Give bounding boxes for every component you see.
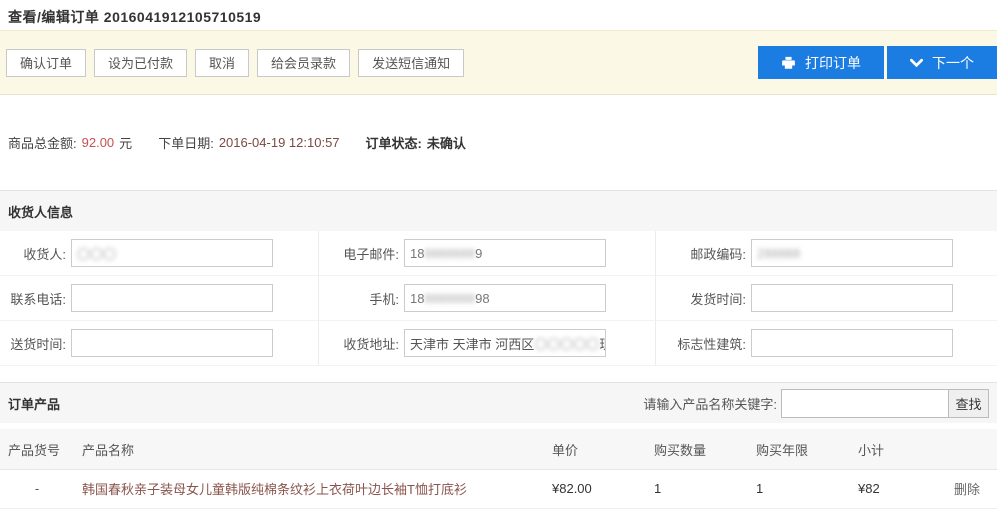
order-edit-page: 查看/编辑订单 2016041912105710519 确认订单 设为已付款 取… [0,0,997,509]
product-sku: - [0,481,74,496]
phone-label: 联系电话: [8,289,66,308]
send-sms-button[interactable]: 发送短信通知 [358,49,464,77]
consignee-section-header: 收货人信息 [0,190,997,231]
redacted-text: 2 [757,246,764,261]
toolbar-left-buttons: 确认订单 设为已付款 取消 给会员录款 发送短信通知 [6,49,464,77]
print-order-button[interactable]: 打印订单 [758,46,884,79]
redacted-text: 〇〇〇 [77,244,116,263]
cancel-button[interactable]: 取消 [195,49,249,77]
products-section-header: 订单产品 请输入产品名称关键字: 查找 [0,382,997,423]
consignee-section-title: 收货人信息 [8,202,73,221]
redacted-text: 8888888 [424,291,475,306]
product-qty: 1 [646,481,748,496]
consignee-name-input[interactable]: 〇〇〇 [71,239,273,267]
delivery-time-label: 送货时间: [8,334,66,353]
phone-input[interactable] [71,284,273,312]
toolbar: 确认订单 设为已付款 取消 给会员录款 发送短信通知 打印订单 下一个 [0,30,997,95]
email-label: 电子邮件: [327,244,399,263]
redacted-text: 8888888 [424,246,475,261]
address-visible-suffix: 现 [599,334,606,353]
order-status: 订单状态: 未确认 [366,133,466,152]
product-search-label: 请输入产品名称关键字: [643,394,777,413]
email-visible-prefix: 18 [410,246,424,261]
zip-input[interactable]: 288888 [751,239,953,267]
landmark-input[interactable] [751,329,953,357]
mobile-visible-suffix: 98 [475,291,489,306]
col-header-qty: 购买数量 [646,440,748,459]
product-subtotal: ¥82 [850,481,940,496]
redacted-text: 〇〇〇〇〇 [534,334,599,353]
col-header-sku: 产品货号 [0,440,74,459]
print-order-label: 打印订单 [805,53,861,73]
chevron-down-icon [910,58,923,68]
order-total: 商品总金额: 92.00 元 [8,133,132,152]
ship-time-input[interactable] [751,284,953,312]
product-years: 1 [748,481,850,496]
order-date-value: 2016-04-19 12:10:57 [219,135,340,150]
order-total-unit: 元 [119,133,132,152]
order-summary: 商品总金额: 92.00 元 下单日期: 2016-04-19 12:10:57… [0,95,997,190]
delete-product-link[interactable]: 删除 [940,479,997,498]
mobile-visible-prefix: 18 [410,291,424,306]
mobile-label: 手机: [327,289,399,308]
product-search-input[interactable] [781,389,949,418]
address-input[interactable]: 天津市 天津市 河西区〇〇〇〇〇现 [404,329,606,357]
col-header-subtotal: 小计 [850,440,940,459]
mobile-input[interactable]: 18888888898 [404,284,606,312]
table-row: - 韩国春秋亲子装母女儿童韩版纯棉条纹衫上衣荷叶边长袖T恤打底衫 ¥82.00 … [0,470,997,507]
email-cell: 电子邮件: 1888888889 [318,231,655,276]
order-total-label: 商品总金额: [8,133,77,152]
phone-cell: 联系电话: [0,276,318,321]
title-bar: 查看/编辑订单 2016041912105710519 [0,0,997,30]
address-label: 收货地址: [327,334,399,353]
col-header-name: 产品名称 [74,440,544,459]
toolbar-right-buttons: 打印订单 下一个 [758,46,997,79]
email-input[interactable]: 1888888889 [404,239,606,267]
product-name-link[interactable]: 韩国春秋亲子装母女儿童韩版纯棉条纹衫上衣荷叶边长袖T恤打底衫 [74,479,544,498]
products-section-title: 订单产品 [8,394,60,413]
col-header-years: 购买年限 [748,440,850,459]
consignee-name-label: 收货人: [8,244,66,263]
consignee-form: 收货人: 〇〇〇 电子邮件: 1888888889 邮政编码: 288888 联… [0,231,997,366]
redacted-text: 88888 [764,246,800,261]
order-status-value: 未确认 [427,133,466,152]
order-total-value: 92.00 [82,135,115,150]
confirm-order-button[interactable]: 确认订单 [6,49,86,77]
order-date: 下单日期: 2016-04-19 12:10:57 [158,133,339,152]
order-status-label: 订单状态: [366,133,422,152]
record-payment-button[interactable]: 给会员录款 [257,49,350,77]
address-visible-prefix: 天津市 天津市 河西区 [410,334,534,353]
delivery-time-cell: 送货时间: [0,321,318,366]
set-paid-button[interactable]: 设为已付款 [94,49,187,77]
ship-time-label: 发货时间: [664,289,746,308]
next-order-label: 下一个 [932,53,974,73]
landmark-cell: 标志性建筑: [655,321,997,366]
landmark-label: 标志性建筑: [664,334,746,353]
address-cell: 收货地址: 天津市 天津市 河西区〇〇〇〇〇现 [318,321,655,366]
order-date-label: 下单日期: [158,133,214,152]
page-title: 查看/编辑订单 2016041912105710519 [8,7,989,27]
product-search: 请输入产品名称关键字: 查找 [643,389,989,418]
delivery-time-input[interactable] [71,329,273,357]
ship-time-cell: 发货时间: [655,276,997,321]
product-search-button[interactable]: 查找 [949,389,989,418]
consignee-name-cell: 收货人: 〇〇〇 [0,231,318,276]
email-visible-suffix: 9 [475,246,482,261]
zip-cell: 邮政编码: 288888 [655,231,997,276]
printer-icon [781,56,796,70]
zip-label: 邮政编码: [664,244,746,263]
next-order-button[interactable]: 下一个 [887,46,997,79]
product-price: ¥82.00 [544,481,646,496]
col-header-price: 单价 [544,440,646,459]
products-table-header: 产品货号 产品名称 单价 购买数量 购买年限 小计 [0,429,997,470]
mobile-cell: 手机: 18888888898 [318,276,655,321]
